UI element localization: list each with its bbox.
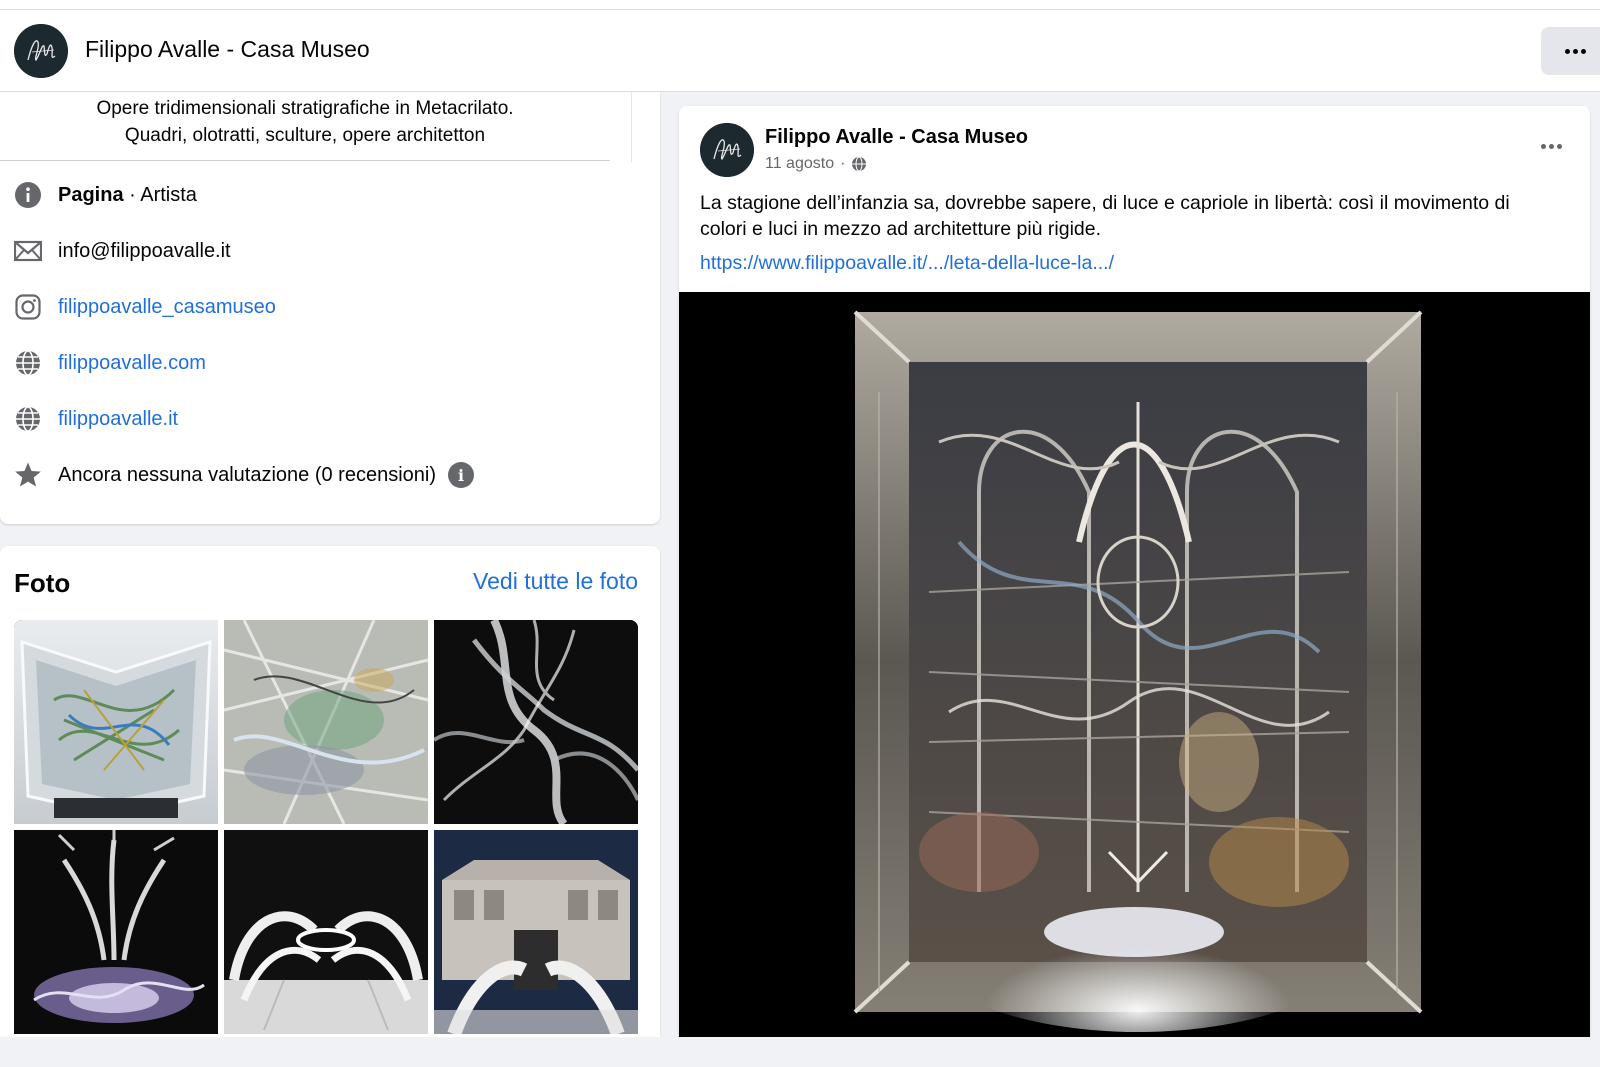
- photo-abstract-detail: [224, 620, 428, 824]
- instagram-row[interactable]: filippoavalle_casamuseo: [14, 289, 276, 325]
- photo-tile[interactable]: [434, 830, 638, 1034]
- post-options-button[interactable]: [1531, 131, 1571, 161]
- photo-tile[interactable]: [224, 620, 428, 824]
- mail-icon: [14, 237, 42, 265]
- category-row: Pagina · Artista: [14, 177, 197, 213]
- bio-section: Opere tridimensionali stratigrafiche in …: [0, 92, 632, 162]
- globe-icon: [14, 349, 42, 377]
- signature-logo-icon: [700, 123, 754, 177]
- bio-line-2: Quadri, olotratti, sculture, opere archi…: [124, 125, 486, 146]
- more-options-button[interactable]: [1541, 27, 1600, 75]
- photo-tile[interactable]: [14, 620, 218, 824]
- photos-grid: [14, 620, 639, 1034]
- top-bar: [0, 0, 1600, 10]
- bio-divider: [0, 160, 610, 161]
- website1-link[interactable]: filippoavalle.com: [58, 352, 206, 375]
- rating-row: Ancora nessuna valutazione (0 recensioni…: [14, 457, 474, 493]
- see-all-photos-link[interactable]: Vedi tutte le foto: [473, 568, 638, 595]
- photos-title: Foto: [14, 568, 71, 598]
- rating-info-icon[interactable]: i: [448, 462, 474, 488]
- photo-tree-sculpture: [14, 830, 218, 1034]
- photo-flowing-sculpture: [434, 620, 638, 824]
- rating-text: Ancora nessuna valutazione (0 recensioni…: [58, 463, 436, 486]
- instagram-link[interactable]: filippoavalle_casamuseo: [58, 296, 276, 319]
- photos-card: Foto Vedi tutte le foto: [0, 546, 660, 1067]
- photo-architectural-arches: [224, 830, 428, 1034]
- website2-link[interactable]: filippoavalle.it: [58, 408, 178, 431]
- photo-tile[interactable]: [224, 830, 428, 1034]
- signature-logo-icon: [14, 24, 68, 78]
- category-label: Pagina: [58, 183, 124, 206]
- page-title[interactable]: Filippo Avalle - Casa Museo: [85, 36, 370, 63]
- artwork-image: [679, 292, 1590, 1037]
- info-icon: [14, 181, 42, 209]
- intro-card: Opere tridimensionali stratigrafiche in …: [0, 92, 660, 524]
- post-image[interactable]: [679, 292, 1590, 1037]
- public-globe-icon: [852, 156, 867, 172]
- photo-station-model: [434, 830, 638, 1034]
- page-avatar[interactable]: [14, 24, 68, 78]
- post-meta: 11 agosto ·: [765, 155, 867, 173]
- photo-tile[interactable]: [434, 620, 638, 824]
- post-author-avatar[interactable]: [700, 123, 754, 177]
- website1-row[interactable]: filippoavalle.com: [14, 345, 206, 381]
- website2-row[interactable]: filippoavalle.it: [14, 401, 178, 437]
- post-more-dots-icon: [1531, 131, 1571, 161]
- post-author-name[interactable]: Filippo Avalle - Casa Museo: [765, 126, 1028, 149]
- post-card: Filippo Avalle - Casa Museo 11 agosto · …: [679, 106, 1590, 1037]
- photo-sculpture-folded: [14, 620, 218, 824]
- star-icon: [14, 461, 42, 489]
- photo-tile[interactable]: [14, 830, 218, 1034]
- page-header: Filippo Avalle - Casa Museo: [0, 10, 1600, 92]
- more-dots-icon: [1541, 27, 1600, 75]
- meta-separator: ·: [840, 155, 846, 172]
- email-text[interactable]: info@filippoavalle.it: [58, 240, 231, 263]
- post-date[interactable]: 11 agosto: [765, 155, 834, 173]
- category-value: · Artista: [123, 183, 197, 206]
- globe-icon: [14, 405, 42, 433]
- post-text: La stagione dell’infanzia sa, dovrebbe s…: [700, 192, 1510, 240]
- bio-line-1: Opere tridimensionali stratigrafiche in …: [96, 98, 514, 119]
- email-row[interactable]: info@filippoavalle.it: [14, 233, 231, 269]
- instagram-icon: [14, 293, 42, 321]
- post-link[interactable]: https://www.filippoavalle.it/.../leta-de…: [700, 252, 1114, 275]
- page-bottom-background: [0, 1037, 1600, 1067]
